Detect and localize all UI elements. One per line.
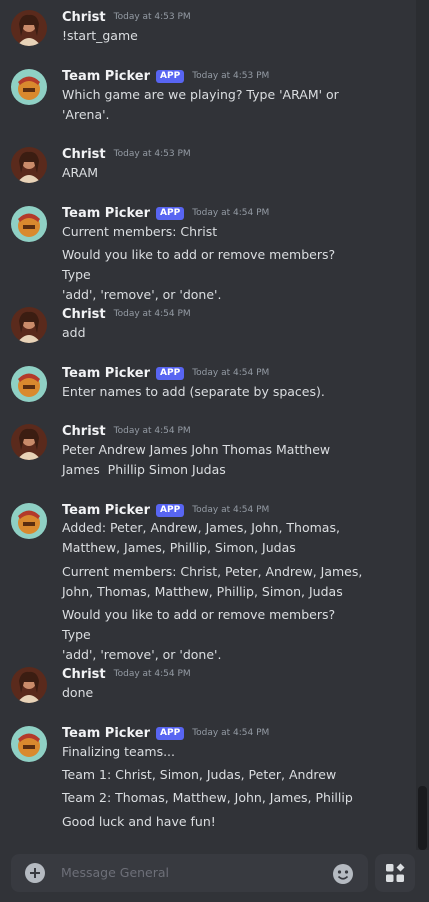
message-text: Enter names to add (separate by spaces). (62, 384, 325, 399)
author-name[interactable]: Team Picker (62, 726, 150, 741)
message-text: Would you like to add or remove members?… (62, 607, 336, 662)
timestamp: Today at 4:54 PM (192, 368, 270, 378)
user-avatar[interactable] (11, 10, 47, 46)
app-badge: APP (156, 726, 185, 740)
plus-circle-icon (25, 863, 45, 883)
message-text: Finalizing teams... (62, 744, 176, 759)
app-badge: APP (156, 69, 185, 83)
app-badge: APP (156, 366, 185, 380)
author-name[interactable]: Christ (62, 307, 106, 322)
message-text: Team 2: Thomas, Matthew, John, James, Ph… (62, 790, 353, 805)
apps-button[interactable] (375, 854, 415, 892)
user-avatar[interactable] (11, 147, 47, 183)
message-text: Current members: Christ, Peter, Andrew, … (62, 564, 363, 599)
message-text: Which game are we playing? Type 'ARAM' o… (62, 87, 339, 122)
user-avatar[interactable] (11, 667, 47, 703)
timestamp: Today at 4:54 PM (113, 309, 191, 319)
timestamp: Today at 4:54 PM (113, 669, 191, 679)
message-text: add (62, 325, 86, 340)
message-text: Added: Peter, Andrew, James, John, Thoma… (62, 520, 340, 555)
author-name[interactable]: Christ (62, 10, 106, 25)
emoji-face-icon (333, 864, 353, 884)
message-composer[interactable]: Message General (11, 854, 368, 892)
timestamp: Today at 4:53 PM (113, 149, 191, 159)
message-text: Peter Andrew James John Thomas Matthew J… (62, 442, 331, 477)
bot-avatar[interactable] (11, 206, 47, 242)
bot-avatar[interactable] (11, 69, 47, 105)
message-list: Christ Today at 4:53 PM !start_game Team… (0, 0, 416, 850)
app-badge: APP (156, 206, 185, 220)
message-text: Team 1: Christ, Simon, Judas, Peter, And… (62, 767, 337, 782)
timestamp: Today at 4:54 PM (192, 728, 270, 738)
message-text: done (62, 685, 94, 700)
author-name[interactable]: Christ (62, 667, 106, 682)
author-name[interactable]: Christ (62, 147, 106, 162)
message-input[interactable]: Message General (61, 865, 169, 880)
timestamp: Today at 4:54 PM (192, 208, 270, 218)
user-avatar[interactable] (11, 307, 47, 343)
bot-avatar[interactable] (11, 503, 47, 539)
author-name[interactable]: Team Picker (62, 366, 150, 381)
author-name[interactable]: Team Picker (62, 206, 150, 221)
timestamp: Today at 4:53 PM (192, 71, 270, 81)
author-name[interactable]: Christ (62, 424, 106, 439)
message-text: Would you like to add or remove members?… (62, 247, 336, 302)
app-badge: APP (156, 503, 185, 517)
timestamp: Today at 4:54 PM (113, 426, 191, 436)
message-text: Current members: Christ (62, 224, 218, 239)
scrollbar-thumb[interactable] (418, 786, 427, 850)
message-text: !start_game (62, 28, 138, 43)
message-text: ARAM (62, 165, 99, 180)
bot-avatar[interactable] (11, 366, 47, 402)
scrollbar-track[interactable] (416, 0, 429, 850)
add-attachment-button[interactable] (25, 863, 45, 883)
user-avatar[interactable] (11, 424, 47, 460)
timestamp: Today at 4:54 PM (192, 505, 270, 515)
author-name[interactable]: Team Picker (62, 69, 150, 84)
timestamp: Today at 4:53 PM (113, 12, 191, 22)
apps-grid-icon (386, 863, 405, 882)
bot-avatar[interactable] (11, 726, 47, 762)
message-text: Good luck and have fun! (62, 814, 216, 829)
emoji-button[interactable] (332, 863, 354, 885)
author-name[interactable]: Team Picker (62, 503, 150, 518)
